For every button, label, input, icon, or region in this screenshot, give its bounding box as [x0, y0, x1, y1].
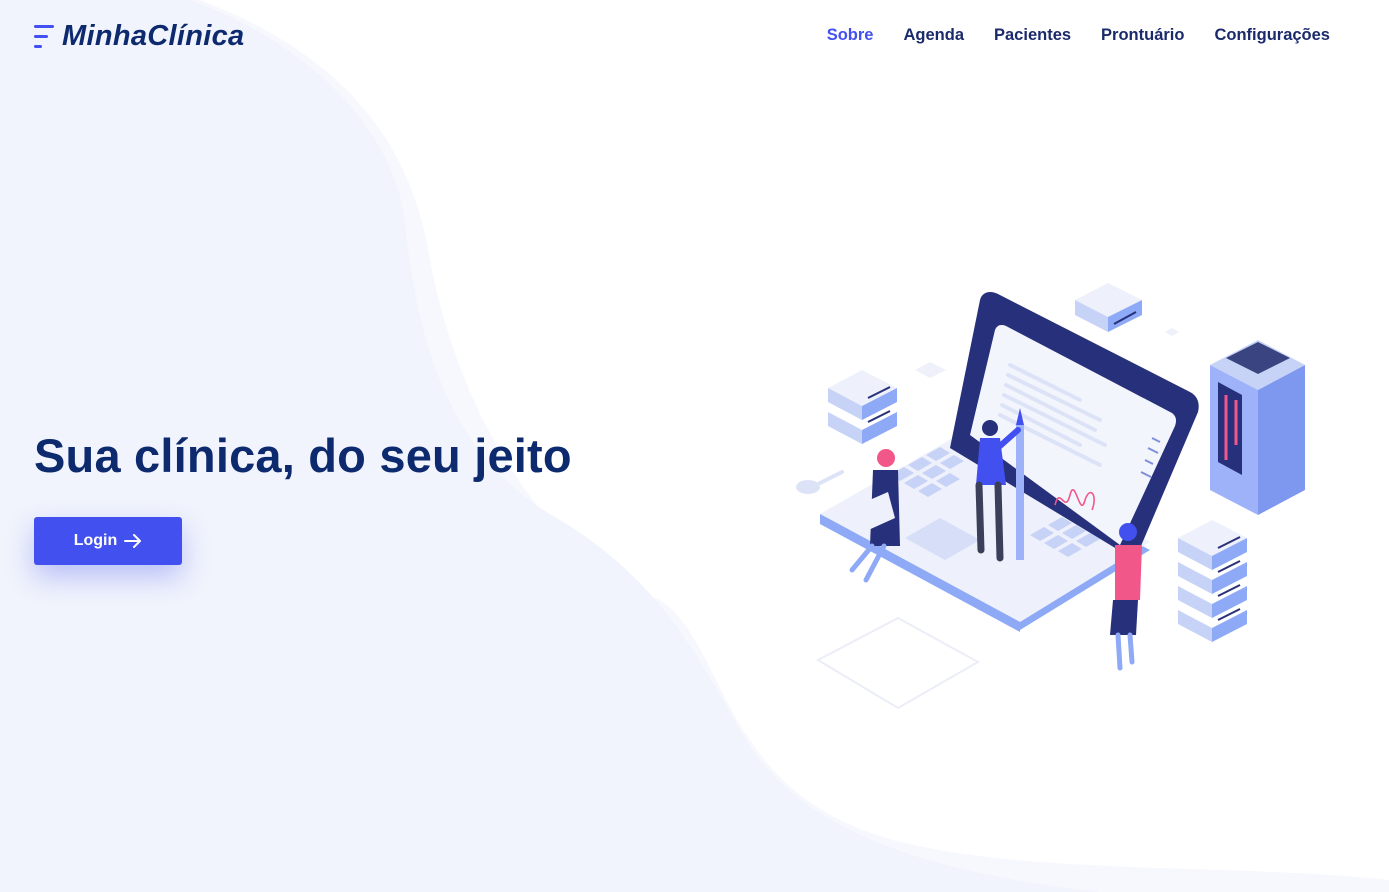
floating-tile	[1165, 328, 1179, 336]
nav-item-sobre[interactable]: Sobre	[827, 24, 874, 46]
server-top	[1075, 283, 1142, 332]
nav-item-pacientes[interactable]: Pacientes	[994, 24, 1071, 46]
login-button-label: Login	[73, 532, 118, 549]
brand-logo-link[interactable]: MinhaClínica	[34, 20, 244, 53]
menu-lines-icon	[34, 23, 56, 51]
server-left	[828, 370, 897, 444]
login-button[interactable]: Login	[34, 517, 182, 565]
server-right	[1178, 520, 1247, 642]
nav-item-prontuario[interactable]: Prontuário	[1101, 24, 1184, 46]
laptop	[820, 292, 1199, 632]
floating-tile	[915, 362, 946, 378]
brand-name: MinhaClínica	[62, 20, 245, 52]
floor-outline	[815, 616, 981, 710]
main-nav: Sobre Agenda Pacientes Prontuário Config…	[827, 24, 1330, 46]
hero-title: Sua clínica, do seu jeito	[34, 429, 572, 482]
hero-illustration	[796, 283, 1305, 710]
arrow-right-icon	[124, 534, 142, 548]
nav-item-configuracoes[interactable]: Configurações	[1214, 24, 1330, 46]
nav-item-agenda[interactable]: Agenda	[903, 24, 964, 46]
server-tower	[1210, 340, 1305, 515]
key-icon	[796, 470, 844, 494]
